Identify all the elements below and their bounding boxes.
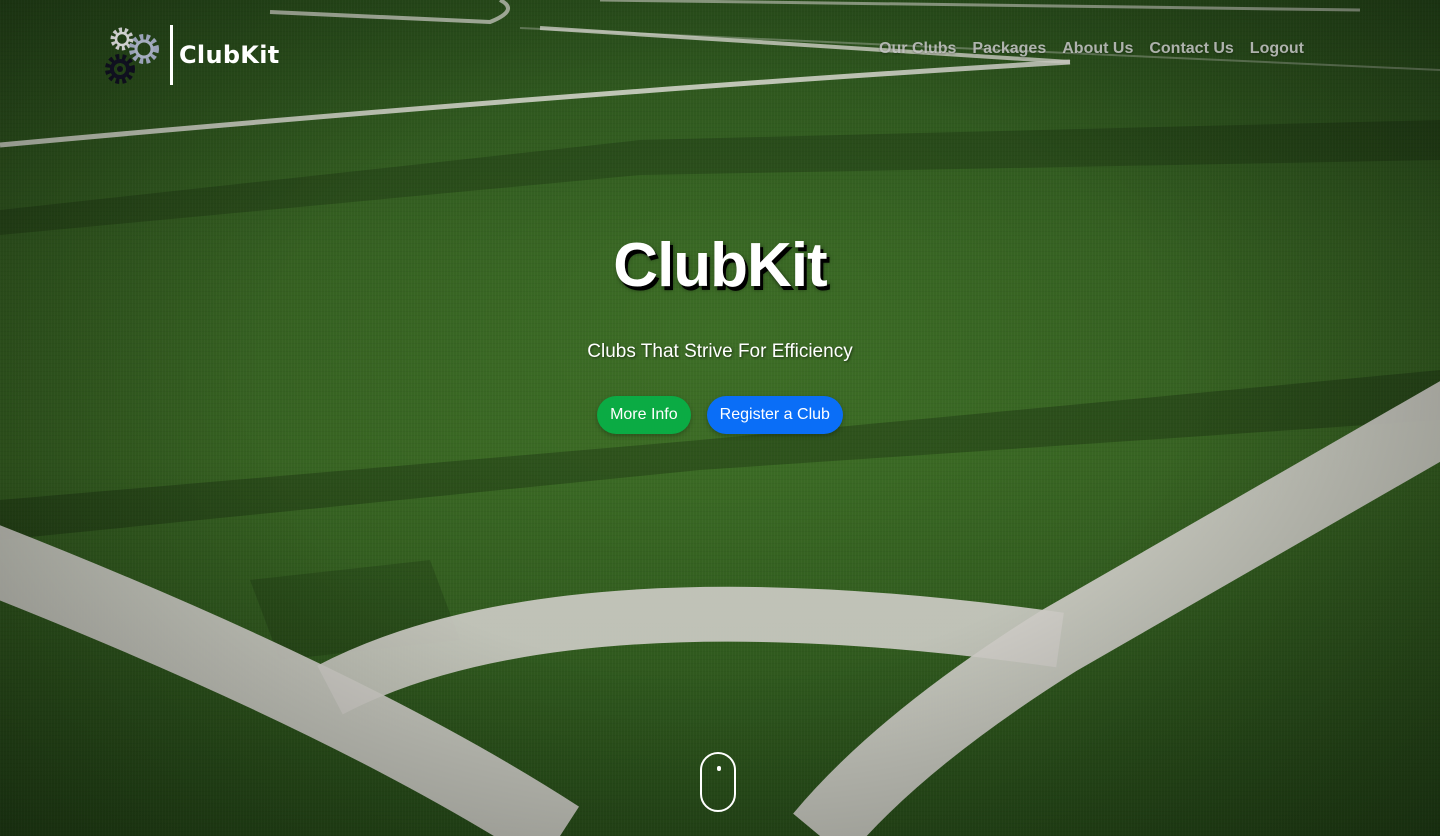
hero-buttons: More Info Register a Club — [0, 396, 1440, 434]
nav-logout[interactable]: Logout — [1242, 38, 1304, 60]
nav-our-clubs[interactable]: Our Clubs — [871, 38, 964, 60]
logo-text: ClubKit — [179, 41, 280, 69]
register-club-button[interactable]: Register a Club — [706, 396, 843, 434]
more-info-button[interactable]: More Info — [597, 396, 691, 434]
hero-subtitle: Clubs That Strive For Efficiency — [587, 341, 853, 362]
mouse-wheel — [717, 766, 721, 771]
main-nav: Our Clubs Packages About Us Contact Us L… — [871, 38, 1304, 60]
hero-title: ClubKit — [613, 231, 827, 300]
nav-packages[interactable]: Packages — [964, 38, 1054, 60]
brand-logo[interactable]: ClubKit — [104, 24, 280, 86]
mouse-scroll-icon[interactable] — [700, 752, 736, 812]
nav-about-us[interactable]: About Us — [1054, 38, 1141, 60]
gears-icon — [105, 27, 159, 84]
hero-content: ClubKit Clubs That Strive For Efficiency… — [0, 230, 1440, 434]
logo-divider — [170, 25, 173, 85]
hero-section: ClubKit Our Clubs Packages About Us Cont… — [0, 0, 1440, 836]
nav-contact-us[interactable]: Contact Us — [1141, 38, 1241, 60]
